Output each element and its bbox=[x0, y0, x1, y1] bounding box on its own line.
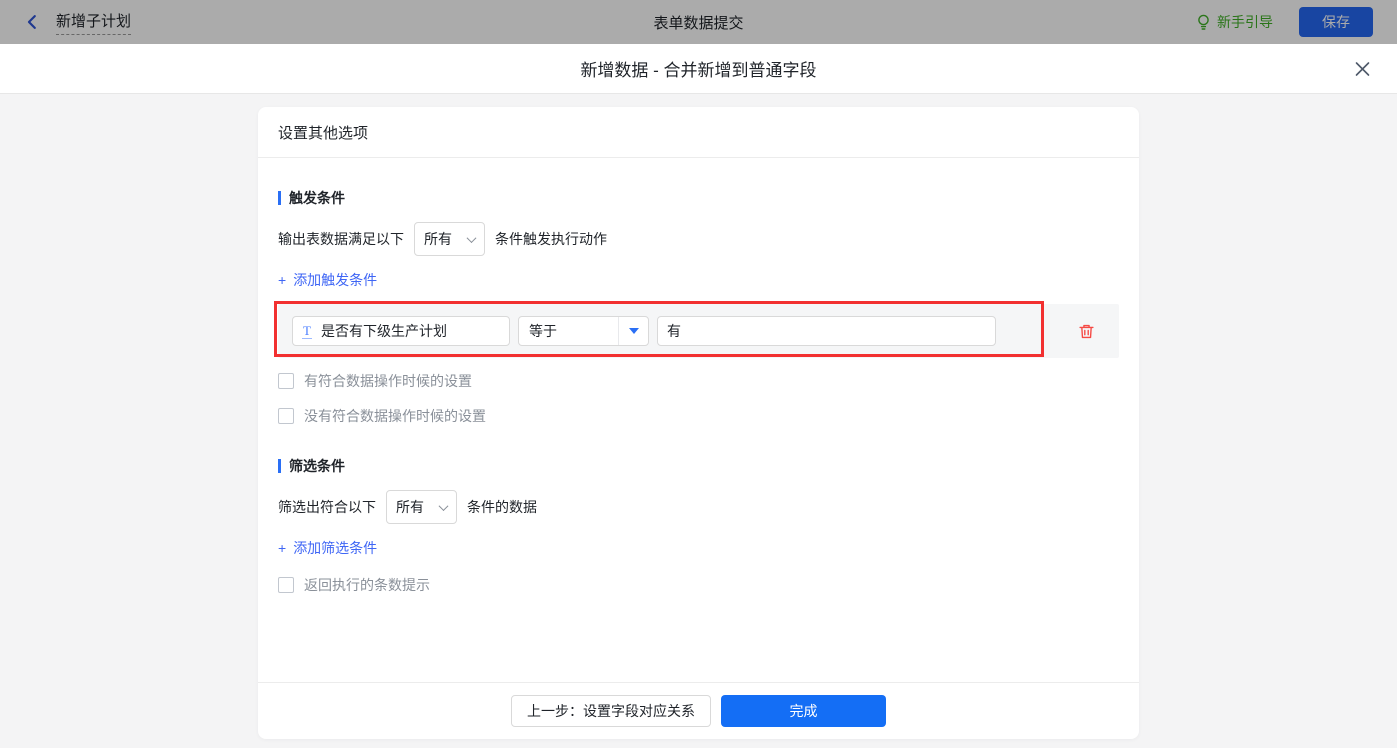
trigger-section-label: 触发条件 bbox=[289, 188, 345, 208]
checkbox-label: 没有符合数据操作时候的设置 bbox=[304, 406, 486, 426]
filter-match-mode-value: 所有 bbox=[396, 497, 424, 517]
condition-operator-value: 等于 bbox=[519, 317, 618, 345]
operator-caret-area[interactable] bbox=[618, 317, 648, 345]
filter-section-label: 筛选条件 bbox=[289, 456, 345, 476]
card-header: 设置其他选项 bbox=[258, 107, 1139, 158]
filter-match-suffix: 条件的数据 bbox=[467, 497, 537, 517]
checkbox-row-return-count[interactable]: 返回执行的条数提示 bbox=[278, 573, 1119, 597]
topbar-right: 新手引导 保存 bbox=[1196, 7, 1373, 37]
condition-value-input[interactable] bbox=[657, 316, 996, 346]
section-marker-bar bbox=[278, 459, 281, 473]
checkbox-row-has-match[interactable]: 有符合数据操作时候的设置 bbox=[278, 369, 1119, 393]
save-button[interactable]: 保存 bbox=[1299, 7, 1373, 37]
beginner-guide-link[interactable]: 新手引导 bbox=[1196, 12, 1273, 32]
plan-name-editable-title[interactable]: 新增子计划 bbox=[56, 10, 131, 35]
condition-operator-select[interactable]: 等于 bbox=[518, 316, 649, 346]
card-content: 触发条件 输出表数据满足以下 所有 条件触发执行动作 + 添加触发条件 bbox=[258, 158, 1139, 682]
add-trigger-condition-label: 添加触发条件 bbox=[293, 270, 377, 290]
previous-step-button[interactable]: 上一步：设置字段对应关系 bbox=[511, 695, 711, 727]
trigger-match-prefix: 输出表数据满足以下 bbox=[278, 229, 404, 249]
filter-match-mode-select[interactable]: 所有 bbox=[386, 490, 457, 524]
close-icon[interactable] bbox=[1354, 60, 1371, 77]
condition-field-select[interactable]: T 是否有下级生产计划 bbox=[292, 316, 510, 346]
settings-card: 设置其他选项 触发条件 输出表数据满足以下 所有 条件触发执行动作 + bbox=[258, 107, 1139, 739]
filter-section-title: 筛选条件 bbox=[278, 456, 1119, 476]
modal-header: 新增数据 - 合并新增到普通字段 bbox=[0, 44, 1397, 94]
lightbulb-icon bbox=[1196, 14, 1211, 31]
text-field-type-icon: T bbox=[302, 324, 312, 339]
caret-down-icon bbox=[629, 328, 639, 334]
back-chevron-icon[interactable] bbox=[24, 13, 42, 31]
trigger-condition-row: T 是否有下级生产计划 等于 bbox=[278, 304, 1119, 358]
chevron-down-icon bbox=[439, 501, 449, 511]
filter-match-prefix: 筛选出符合以下 bbox=[278, 497, 376, 517]
trigger-match-row: 输出表数据满足以下 所有 条件触发执行动作 bbox=[278, 222, 1119, 256]
add-filter-condition-link[interactable]: + 添加筛选条件 bbox=[278, 538, 377, 558]
topbar-left: 新增子计划 bbox=[24, 10, 131, 35]
filter-match-row: 筛选出符合以下 所有 条件的数据 bbox=[278, 490, 1119, 524]
chevron-down-icon bbox=[467, 233, 477, 243]
card-footer: 上一步：设置字段对应关系 完成 bbox=[258, 682, 1139, 739]
add-filter-condition-label: 添加筛选条件 bbox=[293, 538, 377, 558]
checkbox-row-no-match[interactable]: 没有符合数据操作时候的设置 bbox=[278, 404, 1119, 428]
modal-body: 设置其他选项 触发条件 输出表数据满足以下 所有 条件触发执行动作 + bbox=[0, 94, 1397, 748]
trigger-match-suffix: 条件触发执行动作 bbox=[495, 229, 607, 249]
checkbox-label: 有符合数据操作时候的设置 bbox=[304, 371, 472, 391]
section-marker-bar bbox=[278, 191, 281, 205]
page-title: 表单数据提交 bbox=[653, 12, 743, 33]
app-window: 新增子计划 表单数据提交 新手引导 保存 新增数据 - 合并新增到普通字段 设置… bbox=[0, 0, 1397, 748]
trigger-match-mode-select[interactable]: 所有 bbox=[414, 222, 485, 256]
checkbox-unchecked-icon[interactable] bbox=[278, 373, 294, 389]
trash-icon[interactable] bbox=[1078, 323, 1095, 340]
plus-icon: + bbox=[278, 272, 286, 288]
done-button[interactable]: 完成 bbox=[721, 695, 886, 727]
checkbox-unchecked-icon[interactable] bbox=[278, 408, 294, 424]
plus-icon: + bbox=[278, 540, 286, 556]
condition-field-value: 是否有下级生产计划 bbox=[321, 321, 447, 341]
trigger-match-mode-value: 所有 bbox=[424, 229, 452, 249]
add-trigger-condition-link[interactable]: + 添加触发条件 bbox=[278, 270, 377, 290]
trigger-section-title: 触发条件 bbox=[278, 188, 1119, 208]
modal-title: 新增数据 - 合并新增到普通字段 bbox=[580, 56, 816, 81]
checkbox-label: 返回执行的条数提示 bbox=[304, 575, 430, 595]
guide-label: 新手引导 bbox=[1217, 12, 1273, 32]
top-bar: 新增子计划 表单数据提交 新手引导 保存 bbox=[0, 0, 1397, 44]
checkbox-unchecked-icon[interactable] bbox=[278, 577, 294, 593]
